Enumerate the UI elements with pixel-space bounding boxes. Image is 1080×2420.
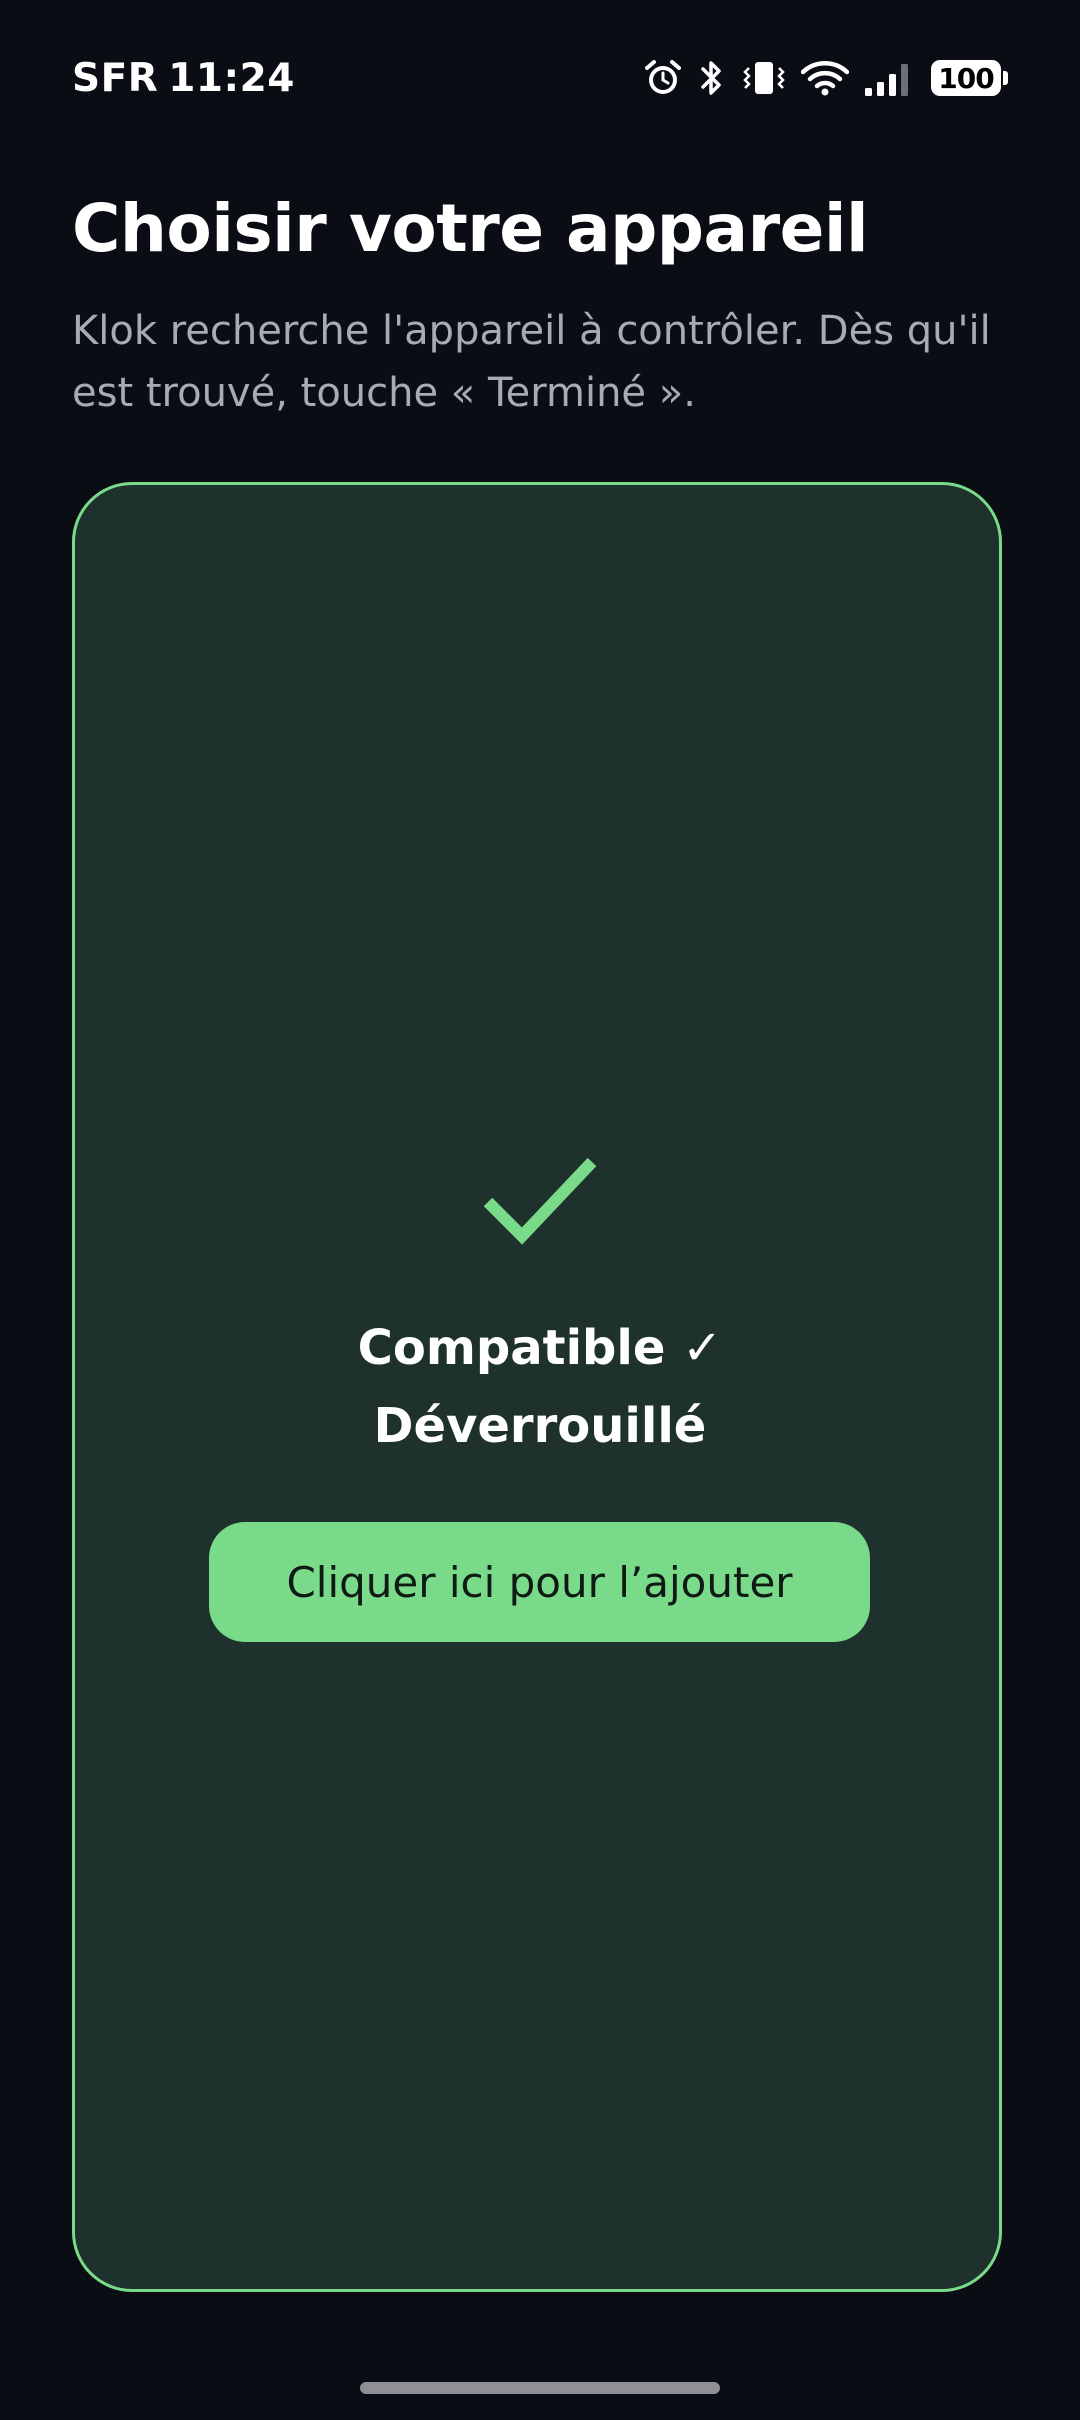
carrier-name: SFR <box>72 55 159 101</box>
page-title: Choisir votre appareil <box>72 190 869 267</box>
unlocked-status: Déverrouillé <box>373 1398 707 1454</box>
page-subtitle: Klok recherche l'appareil à contrôler. D… <box>72 308 991 416</box>
signal-icon <box>863 58 917 98</box>
device-card <box>72 482 1002 2292</box>
battery-level: 100 <box>931 60 1001 96</box>
vibrate-icon <box>741 58 787 98</box>
status-bar-icons: 100 <box>643 58 1008 98</box>
battery-cap <box>1003 71 1008 85</box>
home-indicator[interactable] <box>360 2382 720 2394</box>
battery-icon: 100 <box>931 60 1008 96</box>
checkmark-icon <box>483 1157 597 1245</box>
bluetooth-icon <box>697 58 727 98</box>
status-time: 11:24 <box>168 55 295 101</box>
add-device-button[interactable]: Cliquer ici pour l’ajouter <box>209 1522 870 1642</box>
wifi-icon <box>801 58 849 98</box>
compatible-status: Compatible ✓ <box>357 1320 723 1376</box>
status-bar-left: SFR 11:24 <box>72 56 295 101</box>
alarm-icon <box>643 58 683 98</box>
status-bar: SFR 11:24 100 <box>72 48 1008 108</box>
